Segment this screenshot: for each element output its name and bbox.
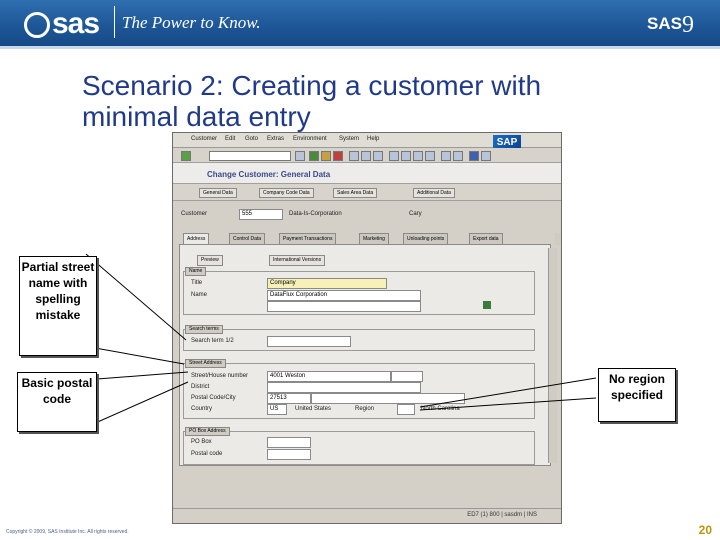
callout-line-street-1 xyxy=(85,253,187,341)
callout-line-region-1 xyxy=(419,377,597,408)
callout-line-postal-1 xyxy=(83,371,189,381)
page-number: 20 xyxy=(698,523,712,537)
callout-line-street-2 xyxy=(83,345,185,365)
callout-lines xyxy=(83,253,597,429)
callout-no-region: No region specified xyxy=(598,368,676,422)
callout-line-postal-2 xyxy=(83,381,189,429)
callout-line-region-2 xyxy=(419,397,597,411)
callout-basic-postal: Basic postal code xyxy=(17,372,97,432)
callout-partial-street: Partial street name with spelling mistak… xyxy=(19,256,97,356)
copyright: Copyright © 2009, SAS Institute Inc. All… xyxy=(6,529,129,535)
